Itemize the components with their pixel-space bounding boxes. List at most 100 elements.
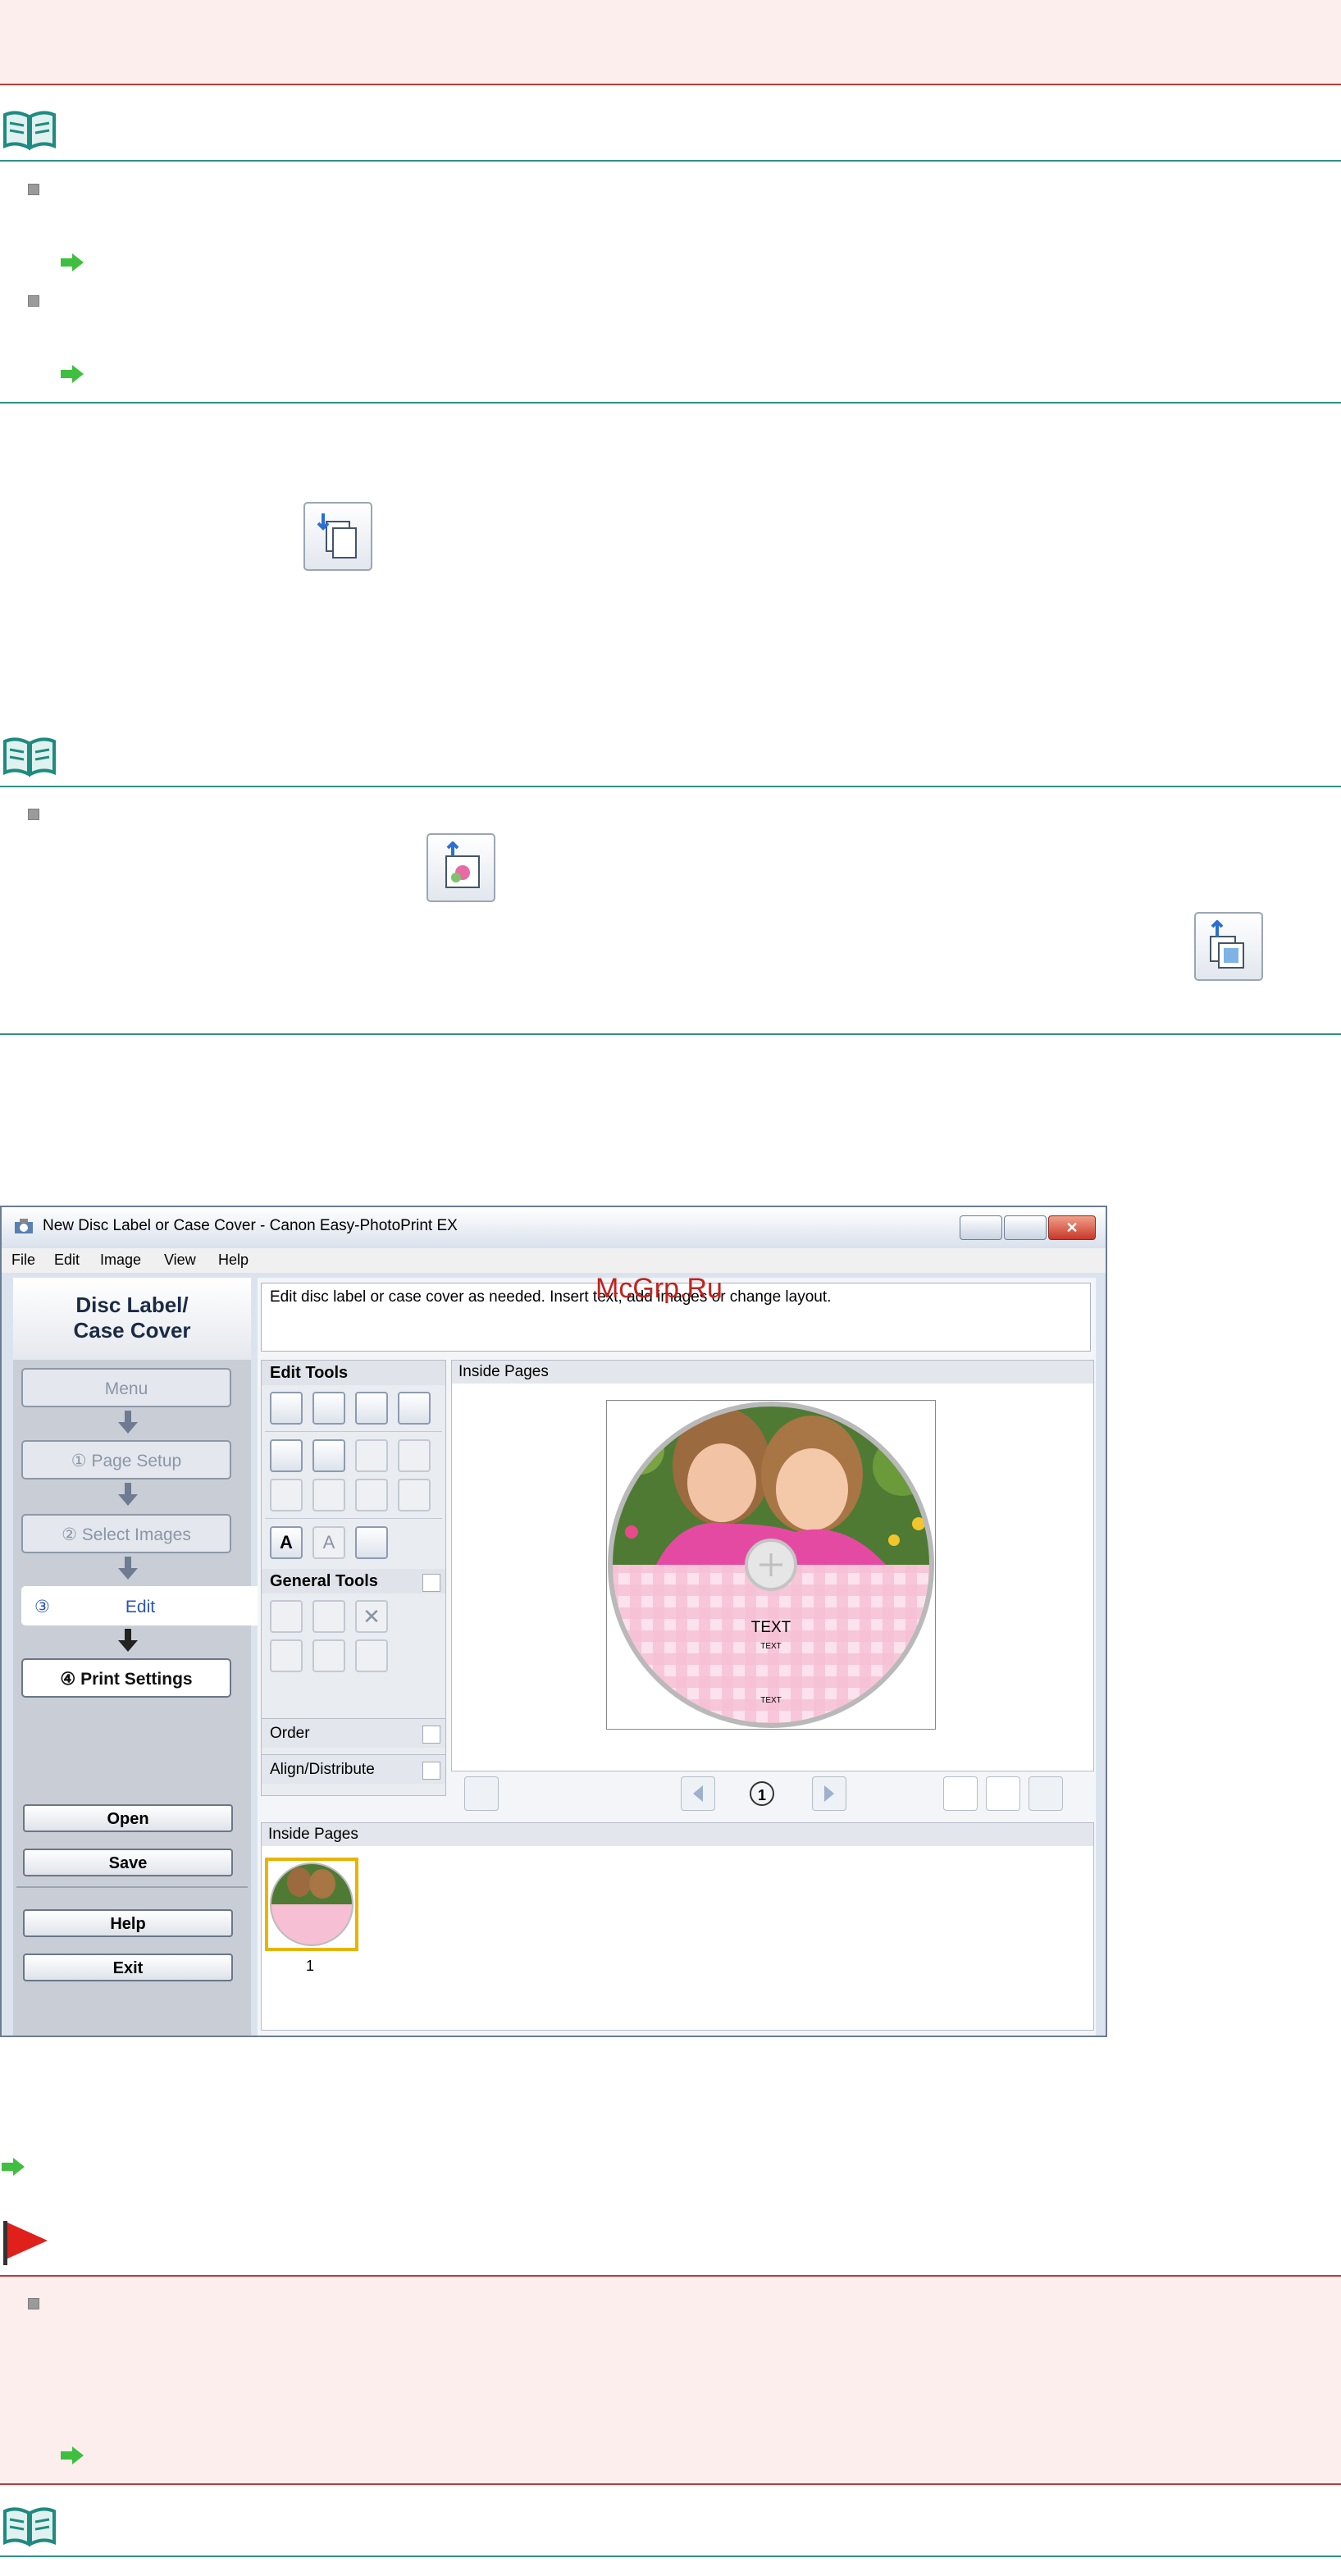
redo-tool[interactable] [312, 1600, 345, 1633]
help-button[interactable]: Help [23, 1909, 233, 1937]
canvas-header: Inside Pages [452, 1361, 1093, 1384]
page-navigation: 1 [451, 1773, 1092, 1814]
disc-label-page[interactable]: TEXT TEXT TEXT [606, 1400, 936, 1730]
zoom-out-icon[interactable] [1029, 1776, 1063, 1811]
zoom-in-icon[interactable] [986, 1776, 1020, 1811]
copy-tool[interactable] [312, 1639, 345, 1672]
step-select-images-button[interactable]: ② Select Images [21, 1514, 231, 1553]
expand-chevron-icon[interactable] [422, 1726, 440, 1744]
image-adjust-tool[interactable] [398, 1439, 431, 1472]
link-arrow-icon[interactable] [59, 2446, 85, 2469]
step-menu-button[interactable]: Menu [21, 1368, 231, 1407]
step-print-settings-button[interactable]: ④ Print Settings [21, 1658, 231, 1698]
next-page-button[interactable] [812, 1776, 846, 1811]
label-text-small[interactable]: TEXT [746, 1642, 796, 1651]
menu-view[interactable]: View [164, 1252, 196, 1269]
edit-tools-header: Edit Tools [262, 1361, 445, 1385]
title-bar: New Disc Label or Case Cover - Canon Eas… [2, 1207, 1106, 1248]
thumbnails-header: Inside Pages [262, 1823, 1093, 1846]
tools-panel: Edit Tools A A General Tools ✕ Order Ali… [261, 1360, 446, 1796]
note-rule [0, 402, 1341, 403]
important-band [0, 2277, 1341, 2483]
menu-file[interactable]: File [11, 1252, 35, 1269]
thumbnails-panel: Inside Pages 1 [261, 1822, 1094, 2031]
label-text-large[interactable]: TEXT [746, 1619, 796, 1637]
maximize-button[interactable] [1004, 1215, 1047, 1240]
thumbnail-number: 1 [306, 1958, 315, 1974]
canvas-panel: Inside Pages TEXT TEXT TEXT [451, 1360, 1094, 1771]
paste-tool[interactable] [355, 1639, 388, 1672]
note-book-icon [2, 736, 57, 782]
layout-tool-2[interactable] [312, 1479, 345, 1511]
top-important-band [0, 0, 1341, 84]
previous-page-button[interactable] [681, 1776, 715, 1811]
bullet-square [28, 809, 39, 820]
general-tools-header: General Tools [262, 1569, 445, 1593]
note-rule [0, 160, 1341, 162]
replace-image-tool[interactable] [355, 1439, 388, 1472]
order-section[interactable]: Order [262, 1718, 445, 1748]
close-button[interactable]: ✕ [1048, 1215, 1096, 1240]
hand-tool-icon[interactable] [943, 1776, 978, 1811]
images-tool[interactable] [312, 1439, 345, 1472]
vertical-text-tool[interactable]: A [312, 1526, 345, 1559]
disc-text-tool[interactable] [355, 1526, 388, 1559]
menu-edit[interactable]: Edit [54, 1252, 80, 1269]
image-tool[interactable] [270, 1439, 303, 1472]
bullet-square [28, 184, 39, 195]
label-text-small[interactable]: TEXT [746, 1696, 796, 1705]
copy-page-tool[interactable] [312, 1392, 345, 1425]
import-multiple-images-icon [1194, 912, 1263, 981]
main-area: Edit disc label or case cover as needed.… [258, 1273, 1096, 2036]
note-rule [0, 1033, 1341, 1035]
delete-tool[interactable]: ✕ [355, 1600, 388, 1633]
minimize-button[interactable] [960, 1215, 1002, 1240]
collapse-chevron-icon[interactable] [422, 1574, 440, 1592]
disc-label-image[interactable] [607, 1401, 935, 1729]
link-arrow-icon[interactable] [59, 364, 85, 388]
bullet-square [28, 295, 39, 307]
menu-image[interactable]: Image [100, 1252, 141, 1269]
layout-tool-3[interactable] [355, 1479, 388, 1511]
note-book-icon [2, 110, 57, 155]
top-red-rule [0, 84, 1341, 85]
layout-tool-1[interactable] [270, 1479, 303, 1511]
left-panel-divider [16, 1886, 248, 1888]
save-button[interactable]: Save [23, 1849, 233, 1876]
delete-page-tool[interactable] [398, 1392, 431, 1425]
note-book-icon [2, 2506, 57, 2551]
link-arrow-icon[interactable] [59, 253, 85, 276]
menu-bar: File Edit Image View Help [2, 1248, 1106, 1273]
add-page-icon [303, 502, 372, 571]
step-edit-button[interactable]: ③ Edit [21, 1586, 259, 1625]
add-text-tool[interactable]: A [270, 1526, 303, 1559]
bullet-square [28, 2298, 39, 2309]
expand-chevron-icon[interactable] [422, 1762, 440, 1780]
left-panel-header: Disc Label/ Case Cover [13, 1278, 251, 1360]
watermark: McGrp.Ru [595, 1273, 723, 1304]
note-rule [0, 2555, 1341, 2557]
align-distribute-section[interactable]: Align/Distribute [262, 1754, 445, 1784]
step-arrow-icon [118, 1411, 138, 1434]
cut-tool[interactable] [270, 1639, 303, 1672]
layout-tool-4[interactable] [398, 1479, 431, 1511]
step-arrow-icon [118, 1557, 138, 1580]
step-arrow-icon [118, 1629, 138, 1652]
menu-help[interactable]: Help [218, 1252, 249, 1269]
print-preview-icon[interactable] [464, 1776, 499, 1811]
open-button[interactable]: Open [23, 1804, 233, 1832]
undo-tool[interactable] [270, 1600, 303, 1633]
page-thumbnail[interactable] [265, 1858, 358, 1951]
left-panel: Disc Label/ Case Cover Menu ① Page Setup… [13, 1278, 259, 2036]
insert-page-tool[interactable] [355, 1392, 388, 1425]
link-arrow-icon[interactable] [0, 2157, 26, 2181]
window-title: New Disc Label or Case Cover - Canon Eas… [43, 1217, 458, 1234]
exit-button[interactable]: Exit [23, 1954, 233, 1981]
import-image-icon [426, 833, 495, 902]
add-page-tool[interactable] [270, 1392, 303, 1425]
step-arrow-icon [118, 1483, 138, 1506]
page-number: 1 [750, 1781, 774, 1806]
important-rule [0, 2483, 1341, 2485]
note-rule [0, 786, 1341, 787]
step-page-setup-button[interactable]: ① Page Setup [21, 1440, 231, 1479]
